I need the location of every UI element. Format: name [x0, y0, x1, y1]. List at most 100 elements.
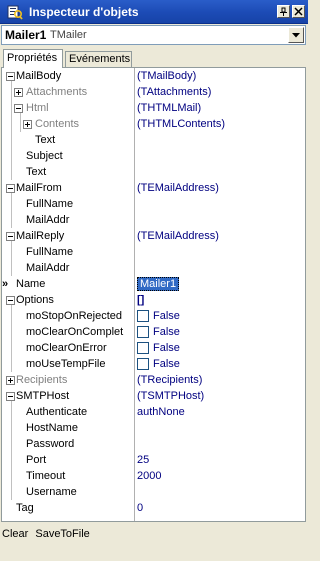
property-label: Name [16, 278, 46, 290]
property-row-timeout[interactable]: Timeout 2000 [2, 468, 305, 484]
window-title: Inspecteur d'objets [29, 5, 139, 19]
property-row-mailaddr[interactable]: MailAddr [2, 212, 305, 228]
pin-icon [280, 7, 287, 16]
property-label: Text [35, 134, 56, 146]
tab-properties[interactable]: Propriétés [3, 49, 63, 68]
property-row-password[interactable]: Password [2, 436, 305, 452]
clear-link[interactable]: Clear [2, 528, 28, 540]
object-selector-dropdown[interactable] [288, 27, 304, 43]
actions-panel: Clear SaveToFile [0, 524, 308, 560]
property-row-html[interactable]: Html (THTMLMail) [2, 100, 305, 116]
property-row-name[interactable]: » Name Mailer1 [2, 276, 305, 292]
property-row-smtphost[interactable]: SMTPHost (TSMTPHost) [2, 388, 305, 404]
property-value[interactable]: (TRecipients) [137, 374, 202, 386]
property-row-moclearonerror[interactable]: moClearOnError False [2, 340, 305, 356]
checkbox[interactable] [137, 342, 149, 354]
property-value: False [153, 310, 180, 322]
collapse-icon[interactable] [6, 392, 15, 401]
property-row-hostname[interactable]: HostName [2, 420, 305, 436]
property-label: FullName [26, 246, 74, 258]
close-icon [294, 7, 303, 16]
property-label: Tag [16, 502, 34, 514]
property-label: moStopOnRejected [26, 310, 122, 322]
property-row-text[interactable]: Text [2, 132, 305, 148]
property-label: Authenticate [26, 406, 88, 418]
property-row-authenticate[interactable]: Authenticate authNone [2, 404, 305, 420]
property-row-contents[interactable]: Contents (THTMLContents) [2, 116, 305, 132]
property-row-text[interactable]: Text [2, 164, 305, 180]
checkbox[interactable] [137, 358, 149, 370]
name-value-field[interactable]: Mailer1 [137, 277, 180, 291]
property-value[interactable]: (TMailBody) [137, 70, 196, 82]
collapse-icon[interactable] [6, 232, 15, 241]
property-label: Options [16, 294, 54, 306]
object-name: Mailer1 [5, 28, 47, 42]
property-row-mailbody[interactable]: MailBody (TMailBody) [2, 68, 305, 84]
expand-icon[interactable] [6, 376, 15, 385]
property-label: MailAddr [26, 214, 70, 226]
property-label: Port [26, 454, 47, 466]
save-to-file-link[interactable]: SaveToFile [35, 528, 89, 540]
property-grid[interactable]: MailBody (TMailBody) Attachments (TAttac… [1, 67, 306, 522]
chevron-down-icon [292, 33, 300, 38]
property-value[interactable]: (TEMailAddress) [137, 230, 219, 242]
property-value[interactable]: (THTMLContents) [137, 118, 225, 130]
property-value[interactable]: 25 [137, 454, 149, 466]
expand-icon[interactable] [23, 120, 32, 129]
property-row-attachments[interactable]: Attachments (TAttachments) [2, 84, 305, 100]
selected-row-marker: » [2, 278, 9, 290]
property-label: Subject [26, 150, 63, 162]
property-row-mailfrom[interactable]: MailFrom (TEMailAddress) [2, 180, 305, 196]
property-row-fullname[interactable]: FullName [2, 244, 305, 260]
property-value[interactable]: (THTMLMail) [137, 102, 201, 114]
collapse-icon[interactable] [6, 72, 15, 81]
collapse-icon[interactable] [6, 296, 15, 305]
property-row-tag[interactable]: Tag 0 [2, 500, 305, 516]
property-value[interactable]: 2000 [137, 470, 161, 482]
property-label: Html [26, 102, 49, 114]
property-row-port[interactable]: Port 25 [2, 452, 305, 468]
property-row-moclearoncomplet[interactable]: moClearOnComplet False [2, 324, 305, 340]
property-label: FullName [26, 198, 74, 210]
object-inspector-icon [7, 4, 23, 20]
property-label: Contents [35, 118, 80, 130]
collapse-icon[interactable] [6, 184, 15, 193]
property-row-fullname[interactable]: FullName [2, 196, 305, 212]
property-label: Recipients [16, 374, 68, 386]
tab-events[interactable]: Evénements [65, 51, 132, 67]
checkbox[interactable] [137, 310, 149, 322]
property-row-mailaddr[interactable]: MailAddr [2, 260, 305, 276]
collapse-icon[interactable] [14, 104, 23, 113]
checkbox[interactable] [137, 326, 149, 338]
property-value[interactable]: (TAttachments) [137, 86, 211, 98]
property-label: moClearOnComplet [26, 326, 124, 338]
property-row-subject[interactable]: Subject [2, 148, 305, 164]
property-value[interactable]: authNone [137, 406, 185, 418]
property-row-options[interactable]: Options [] [2, 292, 305, 308]
close-button[interactable] [292, 5, 305, 18]
property-value: False [153, 358, 180, 370]
property-value[interactable]: (TSMTPHost) [137, 390, 204, 402]
object-selector[interactable]: Mailer1 TMailer [1, 25, 306, 45]
property-label: MailFrom [16, 182, 62, 194]
property-label: SMTPHost [16, 390, 70, 402]
property-row-mailreply[interactable]: MailReply (TEMailAddress) [2, 228, 305, 244]
property-label: Password [26, 438, 75, 450]
property-row-recipients[interactable]: Recipients (TRecipients) [2, 372, 305, 388]
property-row-mostoponrejected[interactable]: moStopOnRejected False [2, 308, 305, 324]
property-value[interactable]: [] [137, 294, 144, 306]
property-label: Attachments [26, 86, 88, 98]
property-label: moUseTempFile [26, 358, 106, 370]
property-value: False [153, 326, 180, 338]
property-value[interactable]: (TEMailAddress) [137, 182, 219, 194]
property-label: MailReply [16, 230, 65, 242]
expand-icon[interactable] [14, 88, 23, 97]
property-value[interactable]: 0 [137, 502, 143, 514]
property-label: HostName [26, 422, 78, 434]
property-row-username[interactable]: Username [2, 484, 305, 500]
pin-button[interactable] [277, 5, 290, 18]
property-row-mousetempfile[interactable]: moUseTempFile False [2, 356, 305, 372]
property-label: MailBody [16, 70, 62, 82]
title-bar: Inspecteur d'objets [0, 0, 308, 24]
property-label: moClearOnError [26, 342, 107, 354]
